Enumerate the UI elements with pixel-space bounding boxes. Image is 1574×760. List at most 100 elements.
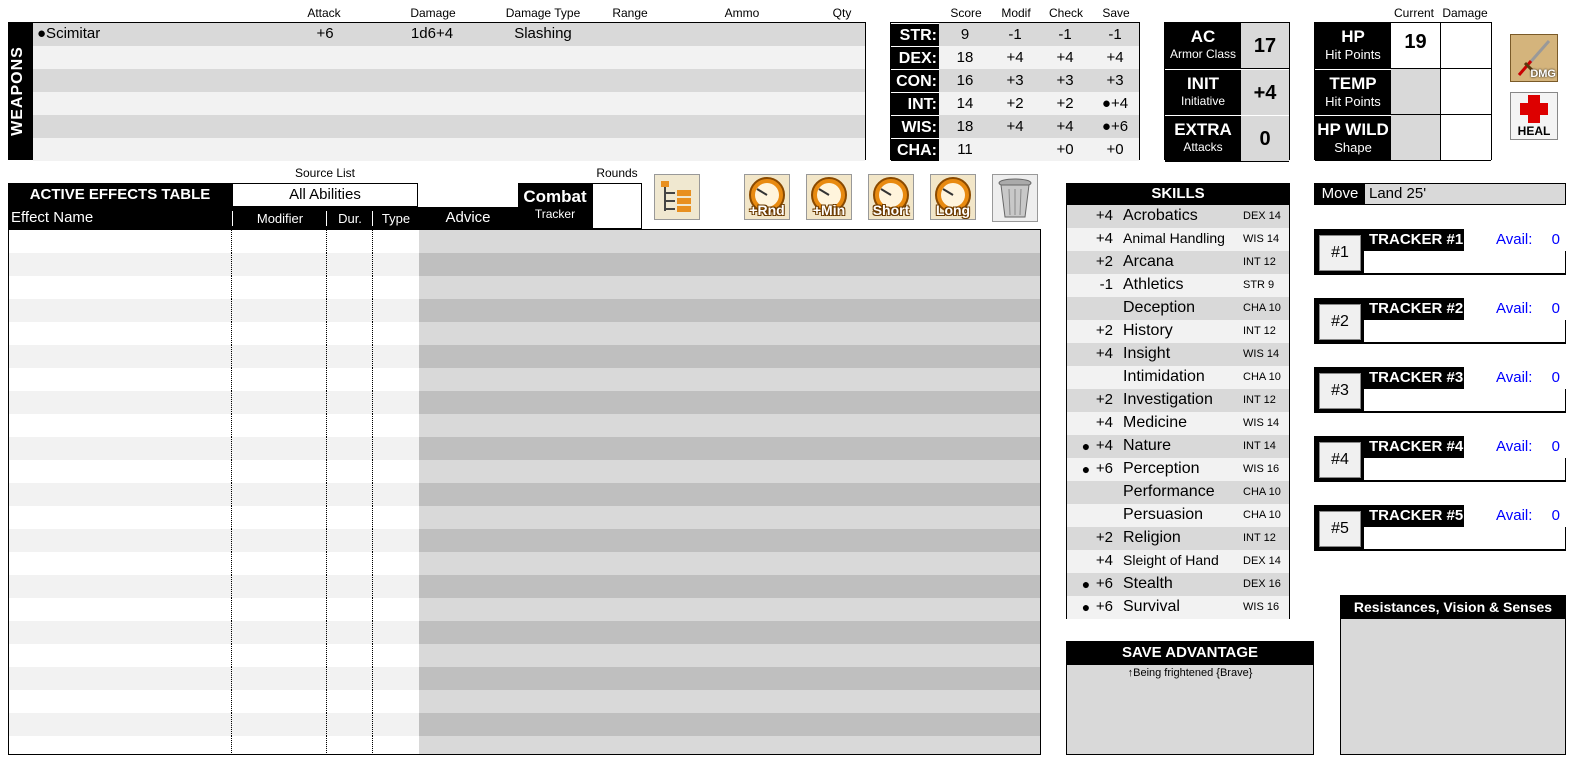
weapon-attack-cell[interactable] (303, 48, 347, 67)
weapon-ammo-cell[interactable] (715, 71, 771, 90)
effect-type-cell[interactable] (373, 230, 419, 253)
skill-row[interactable]: Deception CHA 10 (1067, 297, 1289, 320)
weapon-damage-cell[interactable] (397, 71, 467, 90)
weapon-damage-type-cell[interactable]: Slashing (503, 25, 583, 44)
effect-dur-cell[interactable] (327, 644, 373, 667)
hp-damage-input[interactable] (1441, 69, 1491, 115)
effect-name-cell[interactable] (9, 736, 232, 754)
weapon-name-cell[interactable] (33, 117, 303, 136)
effect-modifier-cell[interactable] (232, 253, 327, 276)
weapon-attack-cell[interactable] (303, 71, 347, 90)
skill-row[interactable]: +2 Investigation INT 12 (1067, 389, 1289, 412)
effect-dur-cell[interactable] (327, 713, 373, 736)
tracker-avail-value[interactable]: 0 (1552, 438, 1560, 455)
effect-dur-cell[interactable] (327, 575, 373, 598)
effect-modifier-cell[interactable] (232, 368, 327, 391)
resistances-body[interactable] (1340, 619, 1566, 755)
effect-row[interactable] (9, 644, 1040, 667)
effect-modifier-cell[interactable] (232, 552, 327, 575)
ability-score-cell[interactable]: 11 (943, 141, 987, 159)
rounds-input[interactable] (592, 183, 642, 229)
effect-modifier-cell[interactable] (232, 621, 327, 644)
effect-modifier-cell[interactable] (232, 391, 327, 414)
effect-row[interactable] (9, 299, 1040, 322)
effect-name-cell[interactable] (9, 690, 232, 713)
effect-type-cell[interactable] (373, 437, 419, 460)
effect-modifier-cell[interactable] (232, 322, 327, 345)
weapon-ammo-cell[interactable] (715, 94, 771, 113)
effect-row[interactable] (9, 414, 1040, 437)
effect-type-cell[interactable] (373, 621, 419, 644)
effect-modifier-cell[interactable] (232, 414, 327, 437)
effect-modifier-cell[interactable] (232, 460, 327, 483)
hp-current-value[interactable]: 19 (1391, 23, 1441, 69)
effect-name-cell[interactable] (9, 437, 232, 460)
weapon-ammo-cell[interactable] (715, 48, 771, 67)
tracker-avail-value[interactable]: 0 (1552, 507, 1560, 524)
effect-modifier-cell[interactable] (232, 644, 327, 667)
effect-dur-cell[interactable] (327, 368, 373, 391)
effect-name-cell[interactable] (9, 230, 232, 253)
effect-type-cell[interactable] (373, 736, 419, 754)
skill-row[interactable]: ● +6 Stealth DEX 16 (1067, 573, 1289, 596)
effect-row[interactable] (9, 552, 1040, 575)
weapon-damage-type-cell[interactable] (503, 94, 583, 113)
effect-type-cell[interactable] (373, 345, 419, 368)
effect-row[interactable] (9, 667, 1040, 690)
effect-dur-cell[interactable] (327, 483, 373, 506)
effect-dur-cell[interactable] (327, 506, 373, 529)
effect-row[interactable] (9, 529, 1040, 552)
tracker-input[interactable] (1364, 389, 1565, 411)
effect-dur-cell[interactable] (327, 690, 373, 713)
effect-type-cell[interactable] (373, 276, 419, 299)
weapon-range-cell[interactable] (605, 48, 657, 67)
effect-dur-cell[interactable] (327, 529, 373, 552)
effect-row[interactable] (9, 736, 1040, 754)
effect-type-cell[interactable] (373, 598, 419, 621)
hp-damage-input[interactable] (1441, 115, 1491, 161)
effect-name-cell[interactable] (9, 391, 232, 414)
heal-button[interactable]: HEAL (1510, 92, 1558, 140)
effect-modifier-cell[interactable] (232, 690, 327, 713)
weapon-qty-cell[interactable] (825, 94, 861, 113)
weapon-name-cell[interactable] (33, 94, 303, 113)
weapon-range-cell[interactable] (605, 71, 657, 90)
weapon-name-cell[interactable] (33, 71, 303, 90)
effect-row[interactable] (9, 253, 1040, 276)
effect-dur-cell[interactable] (327, 276, 373, 299)
effect-dur-cell[interactable] (327, 736, 373, 754)
effect-row[interactable] (9, 460, 1040, 483)
skill-row[interactable]: ● +6 Perception WIS 16 (1067, 458, 1289, 481)
add-round-button[interactable]: +Rnd (744, 174, 790, 220)
weapon-damage-type-cell[interactable] (503, 48, 583, 67)
weapon-damage-cell[interactable]: 1d6+4 (397, 25, 467, 44)
effect-type-cell[interactable] (373, 322, 419, 345)
skill-row[interactable]: +4 Acrobatics DEX 14 (1067, 205, 1289, 228)
effect-name-cell[interactable] (9, 667, 232, 690)
combat-stat-value[interactable]: 0 (1241, 116, 1289, 162)
effect-row[interactable] (9, 391, 1040, 414)
tracker-number-button[interactable]: #4 (1319, 442, 1361, 478)
weapon-qty-cell[interactable] (825, 25, 861, 44)
tracker-input[interactable] (1364, 527, 1565, 549)
effect-dur-cell[interactable] (327, 437, 373, 460)
skill-row[interactable]: -1 Athletics STR 9 (1067, 274, 1289, 297)
weapon-name-cell[interactable] (33, 140, 303, 159)
effect-row[interactable] (9, 345, 1040, 368)
effect-row[interactable] (9, 322, 1040, 345)
source-list-select[interactable]: All Abilities (232, 183, 418, 207)
ability-score-cell[interactable]: 18 (943, 118, 987, 136)
effect-type-cell[interactable] (373, 575, 419, 598)
effect-name-cell[interactable] (9, 253, 232, 276)
weapon-attack-cell[interactable] (303, 94, 347, 113)
effect-name-cell[interactable] (9, 644, 232, 667)
effect-row[interactable] (9, 713, 1040, 736)
effect-modifier-cell[interactable] (232, 483, 327, 506)
effect-modifier-cell[interactable] (232, 598, 327, 621)
effect-type-cell[interactable] (373, 552, 419, 575)
effect-row[interactable] (9, 437, 1040, 460)
weapon-damage-type-cell[interactable] (503, 117, 583, 136)
weapon-name-cell[interactable]: ●Scimitar (33, 25, 303, 44)
combat-stat-value[interactable]: +4 (1241, 70, 1289, 116)
effect-type-cell[interactable] (373, 644, 419, 667)
